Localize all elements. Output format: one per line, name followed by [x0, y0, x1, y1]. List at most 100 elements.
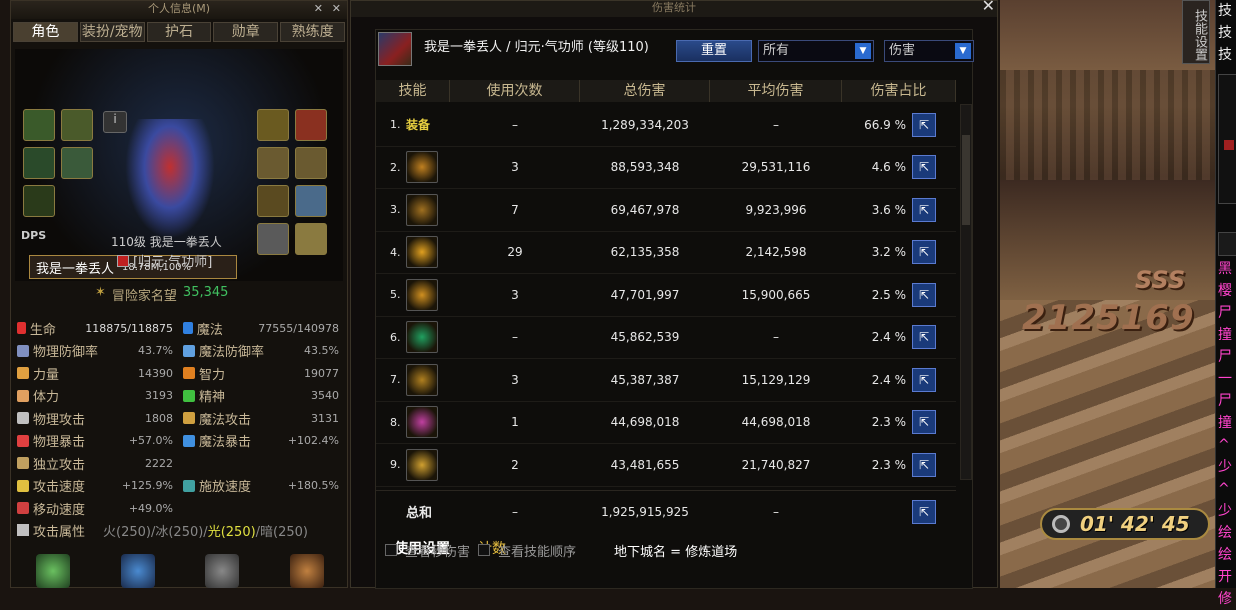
column-header: 伤害占比 — [842, 80, 956, 102]
stat-value: 118875/118875 — [85, 321, 173, 335]
equip-slot[interactable] — [257, 223, 289, 255]
export-icon[interactable]: ⇱ — [912, 197, 936, 222]
row-number: 8. — [390, 415, 401, 429]
table-row: 7. 3 45,387,387 15,129,129 2.4 % ⇱ — [376, 359, 956, 402]
skill-icon — [406, 193, 438, 226]
equip-slot[interactable] — [295, 223, 327, 255]
tab-3[interactable]: 勋章 — [213, 22, 279, 42]
cell-uses: – — [512, 330, 518, 345]
close-icon[interactable]: ✕ — [982, 0, 995, 14]
stat-row: 体力 3193 精神 3540 — [13, 385, 345, 408]
skill-setting-tab[interactable]: 技能设置 — [1182, 0, 1210, 64]
cell-total: 69,467,978 — [610, 202, 680, 217]
character-name: 我是一拳丢人 — [36, 261, 115, 277]
dialog-title-bar: 伤害统计 ✕ — [351, 0, 997, 17]
tab-1[interactable]: 装扮/宠物 — [79, 22, 145, 42]
stat-value: 3540 — [311, 389, 339, 403]
skill-cell: 6. — [376, 321, 450, 354]
stat-icon — [183, 344, 195, 357]
reset-button[interactable]: 重置 — [676, 40, 752, 62]
export-icon[interactable]: ⇱ — [912, 367, 936, 392]
export-icon[interactable]: ⇱ — [912, 282, 936, 307]
table-row: 4. 29 62,135,358 2,142,598 3.2 % ⇱ — [376, 232, 956, 274]
tab-2[interactable]: 护石 — [146, 22, 212, 42]
equip-slot[interactable] — [295, 185, 327, 217]
table-row: 6. – 45,862,539 – 2.4 % ⇱ — [376, 317, 956, 359]
total-damage: 1,925,915,925 — [601, 504, 689, 519]
tab-4[interactable]: 熟练度 — [280, 22, 345, 42]
pct-value: 2.3 % — [871, 415, 906, 430]
export-icon[interactable]: ⇱ — [912, 325, 936, 350]
equip-slot[interactable] — [295, 109, 327, 141]
total-uses: – — [512, 504, 518, 519]
equip-slot[interactable] — [61, 109, 93, 141]
scroll-thumb[interactable] — [962, 135, 970, 225]
potion-icon[interactable] — [36, 554, 71, 588]
tab-0[interactable]: 角色 — [13, 22, 78, 42]
equip-slot[interactable] — [23, 185, 55, 217]
equip-slot[interactable] — [61, 147, 93, 179]
class-checkbox[interactable] — [117, 254, 129, 267]
emblem-icon[interactable] — [205, 554, 240, 588]
export-icon[interactable]: ⇱ — [912, 410, 936, 435]
bottom-icons — [11, 553, 349, 589]
export-icon[interactable]: ⇱ — [912, 452, 936, 477]
equip-slot[interactable] — [295, 147, 327, 179]
export-icon[interactable]: ⇱ — [912, 240, 936, 265]
attribute-icon — [17, 524, 29, 536]
stat-cell: 物理防御率 43.7% — [13, 341, 179, 360]
cell-avg: 44,698,018 — [741, 415, 811, 430]
side-chat-char: 尸 — [1218, 305, 1232, 321]
close-icon[interactable]: ✕ — [332, 1, 341, 17]
order-checkbox[interactable] — [478, 544, 491, 556]
column-header: 使用次数 — [450, 80, 580, 102]
stat-value: +125.9% — [121, 479, 173, 493]
pin-icon[interactable]: ✕ — [314, 1, 323, 17]
stat-cell: 力量 14390 — [13, 364, 179, 383]
equip-slot[interactable] — [23, 109, 55, 141]
skill-table: 1. 装备 –1,289,334,203–66.9 % ⇱ 2. 3 88,593,348 2… — [376, 104, 956, 487]
dialog-body: 我是一拳丢人 / 归元·气功师 (等级110) 重置 所有 ▼ 伤害 ▼ 技能使… — [375, 29, 974, 589]
info-icon[interactable]: i — [103, 111, 127, 133]
export-icon[interactable]: ⇱ — [912, 155, 936, 180]
side-char: 技 — [1218, 47, 1232, 63]
equip-slot[interactable] — [257, 109, 289, 141]
cell-uses: 1 — [511, 415, 519, 430]
skill-icon — [406, 278, 438, 311]
skill-icon — [406, 363, 438, 396]
cell-uses: – — [512, 117, 518, 132]
total-avg: – — [773, 504, 779, 519]
cell-avg: 15,129,129 — [741, 372, 811, 387]
equip-slot[interactable] — [257, 185, 289, 217]
row-number: 5. — [390, 288, 401, 302]
stat-cell: 生命 118875/118875 — [13, 319, 179, 338]
pct-value: 4.6 % — [871, 160, 906, 175]
export-icon[interactable]: ⇱ — [912, 112, 936, 137]
crystal-icon[interactable] — [120, 554, 155, 588]
cell-uses: 2 — [511, 457, 519, 472]
metric-select[interactable]: 伤害 ▼ — [884, 40, 974, 62]
stat-icon — [183, 322, 193, 335]
panel-title: 个人信息(M) — [147, 2, 211, 15]
stat-icon — [17, 389, 29, 402]
export-icon[interactable]: ⇱ — [912, 499, 936, 524]
table-scrollbar[interactable] — [960, 104, 972, 480]
cell-pct: 2.3 % ⇱ — [842, 410, 956, 435]
side-chat-char: 撞 — [1218, 327, 1232, 343]
equip-slot[interactable] — [23, 147, 55, 179]
stat-row: 物理防御率 43.7% 魔法防御率 43.5% — [13, 340, 345, 363]
combo-score: 2125169 — [1022, 298, 1195, 338]
scope-select[interactable]: 所有 ▼ — [758, 40, 874, 62]
scope-value: 所有 — [763, 43, 790, 58]
equip-slot[interactable] — [257, 147, 289, 179]
stat-value: 77555/140978 — [258, 321, 339, 335]
row-number: 4. — [390, 245, 401, 259]
skill-cell: 8. — [376, 406, 450, 439]
cell-pct: 4.6 % ⇱ — [842, 155, 956, 180]
dps-label: DPS — [21, 229, 47, 242]
pet-icon[interactable] — [289, 554, 324, 588]
skill-icon — [406, 448, 438, 481]
stat-row: 生命 118875/118875 魔法 77555/140978 — [13, 317, 345, 340]
dps-checkbox[interactable] — [385, 544, 397, 556]
cell-avg: – — [773, 330, 779, 345]
